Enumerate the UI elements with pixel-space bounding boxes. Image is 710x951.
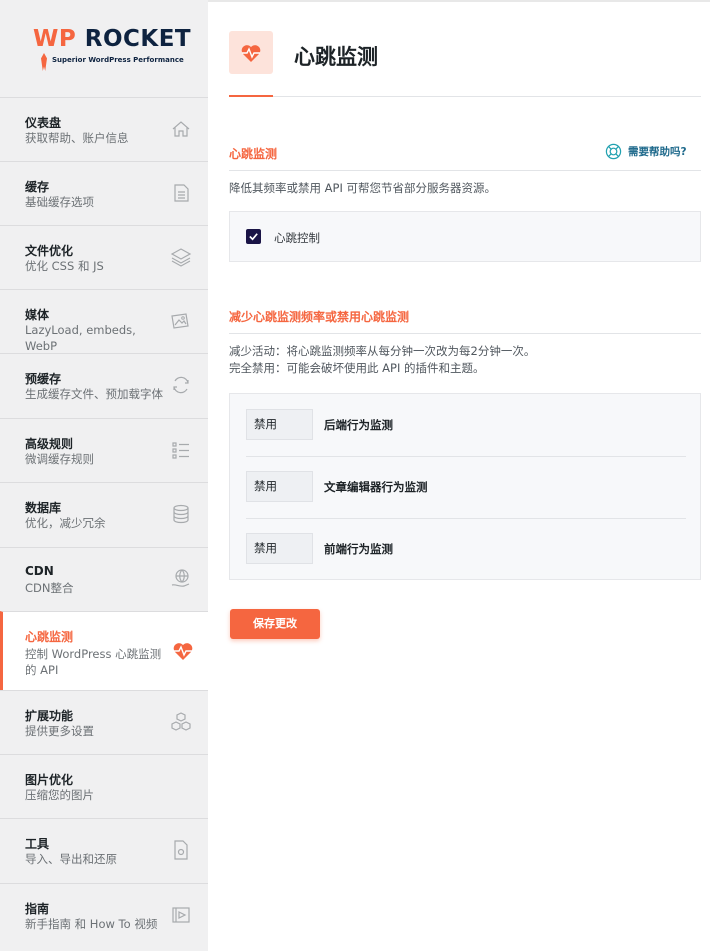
backend-behavior-label: 后端行为监测 xyxy=(324,418,393,432)
sidebar-item-file-optimization[interactable]: 文件优化 优化 CSS 和 JS xyxy=(0,225,208,290)
frontend-behavior-label: 前端行为监测 xyxy=(324,542,393,556)
file-gear-icon xyxy=(174,840,188,860)
header-divider-accent xyxy=(229,95,273,97)
backend-behavior-row: 禁用 后端行为监测 xyxy=(246,409,686,440)
page-header-icon xyxy=(229,31,273,74)
sidebar-item-advanced-rules[interactable]: 高级规则 微调缓存规则 xyxy=(0,418,208,483)
sidebar-item-addons[interactable]: 扩展功能 提供更多设置 xyxy=(0,690,208,755)
checkmark-icon xyxy=(249,233,258,241)
sidebar-item-database[interactable]: 数据库 优化，减少冗余 xyxy=(0,482,208,547)
section-title-heartbeat: 心跳监测 xyxy=(229,147,278,161)
heartbeat-icon xyxy=(173,643,193,660)
lifebuoy-icon xyxy=(605,143,622,160)
wp-rocket-logo: WP ROCKET Superior WordPress Performance xyxy=(0,0,208,97)
help-link[interactable]: 需要帮助吗? xyxy=(605,143,687,160)
post-editor-behavior-row: 禁用 文章编辑器行为监测 xyxy=(246,471,686,502)
section-description-line2: 完全禁用：可能会破坏使用此 API 的插件和主题。 xyxy=(229,361,485,375)
top-border xyxy=(208,0,710,2)
sidebar-item-image-optimization[interactable]: 图片优化 压缩您的图片 xyxy=(0,754,208,819)
sidebar: WP ROCKET Superior WordPress Performance… xyxy=(0,0,208,951)
row-divider xyxy=(246,456,686,457)
settings-page: WP ROCKET Superior WordPress Performance… xyxy=(0,0,710,951)
section-description: 降低其频率或禁用 API 可帮您节省部分服务器资源。 xyxy=(229,181,497,195)
post-editor-behavior-select[interactable]: 禁用 xyxy=(246,471,313,502)
section-divider xyxy=(229,170,701,171)
cubes-icon xyxy=(171,712,191,731)
rocket-flame-icon xyxy=(41,53,47,71)
sidebar-item-preload[interactable]: 预缓存 生成缓存文件、预加载字体 xyxy=(0,353,208,418)
row-divider xyxy=(246,518,686,519)
house-icon xyxy=(172,121,190,137)
heartbeat-icon xyxy=(241,44,261,62)
logo-wordmark: WP ROCKET xyxy=(33,26,192,52)
heartbeat-control-checkbox[interactable] xyxy=(246,229,261,244)
backend-behavior-select[interactable]: 禁用 xyxy=(246,409,313,440)
play-icon xyxy=(172,907,190,923)
section-divider xyxy=(229,333,701,334)
heartbeat-control-label[interactable]: 心跳控制 xyxy=(274,230,320,246)
section-title-reduce-or-disable: 减少心跳监测频率或禁用心跳监测 xyxy=(229,310,410,324)
sidebar-item-tutorials[interactable]: 指南 新手指南 和 How To 视频 xyxy=(0,883,208,951)
frontend-behavior-row: 禁用 前端行为监测 xyxy=(246,533,686,564)
document-icon xyxy=(174,184,189,202)
header-divider xyxy=(229,96,701,97)
list-icon xyxy=(172,442,189,459)
images-icon xyxy=(171,313,189,329)
frontend-behavior-select[interactable]: 禁用 xyxy=(246,533,313,564)
sidebar-item-tools[interactable]: 工具 导入、导出和还原 xyxy=(0,818,208,883)
help-link-label: 需要帮助吗? xyxy=(628,146,687,158)
logo-tagline: Superior WordPress Performance xyxy=(52,56,184,64)
sidebar-item-cache[interactable]: 缓存 基础缓存选项 xyxy=(0,161,208,226)
save-changes-button[interactable]: 保存更改 xyxy=(230,609,320,639)
post-editor-behavior-label: 文章编辑器行为监测 xyxy=(324,480,428,494)
section-description-line1: 减少活动：将心跳监测频率从每分钟一次改为每2分钟一次。 xyxy=(229,344,536,358)
sidebar-item-cdn[interactable]: CDN CDN整合 xyxy=(0,547,208,612)
page-title: 心跳监测 xyxy=(294,45,378,69)
layers-icon xyxy=(170,248,192,267)
sidebar-item-dashboard[interactable]: 仪表盘 获取帮助、账户信息 xyxy=(0,97,208,162)
globe-hand-icon xyxy=(171,569,190,587)
heartbeat-behavior-options: 禁用 后端行为监测 禁用 文章编辑器行为监测 禁用 前端行为监测 xyxy=(229,393,701,580)
database-icon xyxy=(173,504,189,524)
refresh-icon xyxy=(173,376,189,394)
sidebar-item-heartbeat[interactable]: 心跳监测 控制 WordPress 心跳监测的 API xyxy=(0,611,208,690)
heartbeat-control-option: 心跳控制 xyxy=(229,211,701,262)
sidebar-item-media[interactable]: 媒体 LazyLoad, embeds, WebP xyxy=(0,289,208,354)
